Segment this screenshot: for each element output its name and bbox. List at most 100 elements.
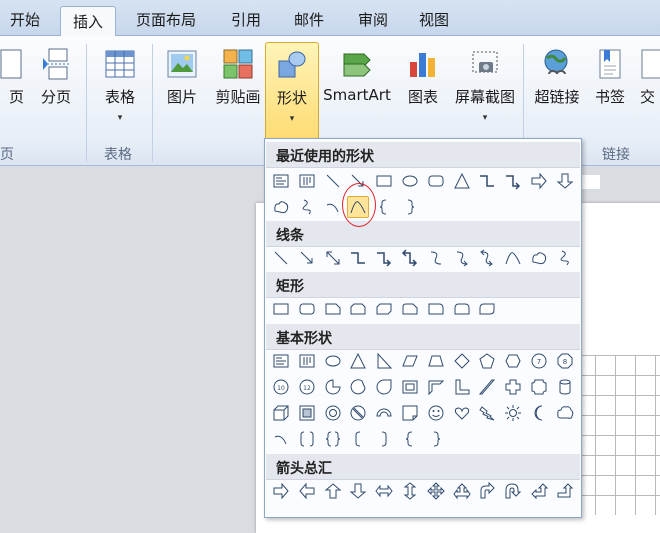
- shape-bent-arrow-icon[interactable]: [476, 480, 498, 502]
- shape-curved-double-arrow-connector-icon[interactable]: [476, 247, 498, 269]
- shape-elbow-arrow-connector-icon[interactable]: [502, 170, 524, 192]
- table-button[interactable]: 表格 ▾: [98, 42, 142, 154]
- shape-bent-up-arrow-icon[interactable]: [554, 480, 576, 502]
- shape-lightning-icon[interactable]: [476, 402, 498, 424]
- shape-parallelogram-icon[interactable]: [399, 350, 421, 372]
- shape-folded-corner-icon[interactable]: [399, 402, 421, 424]
- shape-text-box-icon[interactable]: [270, 170, 292, 192]
- shape-diamond-icon[interactable]: [451, 350, 473, 372]
- bookmark-button[interactable]: 书签: [590, 42, 630, 154]
- tab-insert[interactable]: 插入: [60, 6, 117, 37]
- shape-down-arrow-icon[interactable]: [554, 170, 576, 192]
- shape-vertical-text-box-icon[interactable]: [296, 170, 318, 192]
- shape-left-right-up-arrow-icon[interactable]: [451, 480, 473, 502]
- shape-arc-icon[interactable]: [322, 196, 344, 218]
- shape-right-brace-icon[interactable]: [399, 196, 421, 218]
- shape-right-bracket-icon[interactable]: [373, 428, 395, 450]
- shape-double-bracket-icon[interactable]: [296, 428, 318, 450]
- shape-round-single-corner-icon[interactable]: [425, 298, 447, 320]
- shape-up-down-arrow-icon[interactable]: [399, 480, 421, 502]
- shape-cloud-icon[interactable]: [554, 402, 576, 424]
- tab-references[interactable]: 引用: [231, 9, 261, 30]
- shape-moon-icon[interactable]: [528, 402, 550, 424]
- shape-no-symbol-icon[interactable]: [347, 402, 369, 424]
- shape-line-icon[interactable]: [270, 247, 292, 269]
- shape-decagon-icon[interactable]: 10: [270, 376, 292, 398]
- shape-double-arrow-icon[interactable]: [322, 247, 344, 269]
- shape-pentagon-icon[interactable]: [476, 350, 498, 372]
- shape-left-up-arrow-icon[interactable]: [528, 480, 550, 502]
- shape-pie-icon[interactable]: [322, 376, 344, 398]
- shape-rectangle-icon[interactable]: [270, 298, 292, 320]
- shape-u-turn-arrow-icon[interactable]: [502, 480, 524, 502]
- shape-plaque-icon[interactable]: [528, 376, 550, 398]
- shape-snip-diagonal-icon[interactable]: [373, 298, 395, 320]
- shape-cross-icon[interactable]: [502, 376, 524, 398]
- shape-sun-icon[interactable]: [502, 402, 524, 424]
- shape-elbow-double-arrow-connector-icon[interactable]: [399, 247, 421, 269]
- shape-left-brace-icon[interactable]: [373, 196, 395, 218]
- shape-freeform-icon[interactable]: [270, 196, 292, 218]
- shape-smiley-icon[interactable]: [425, 402, 447, 424]
- shape-elbow-connector-icon[interactable]: [347, 247, 369, 269]
- shape-rounded-rectangle-icon[interactable]: [425, 170, 447, 192]
- shape-curve-icon[interactable]: [502, 247, 524, 269]
- shape-rounded-rectangle-icon[interactable]: [296, 298, 318, 320]
- tab-review[interactable]: 审阅: [358, 9, 388, 30]
- shape-can-icon[interactable]: [554, 376, 576, 398]
- clipart-button[interactable]: 剪贴画: [210, 42, 266, 154]
- shape-up-arrow-icon[interactable]: [322, 480, 344, 502]
- shape-right-arrow-icon[interactable]: [528, 170, 550, 192]
- shape-elbow-arrow-connector-icon[interactable]: [373, 247, 395, 269]
- shape-round-diagonal-icon[interactable]: [476, 298, 498, 320]
- shape-heart-icon[interactable]: [451, 402, 473, 424]
- shape-round-same-side-icon[interactable]: [451, 298, 473, 320]
- shape-hexagon-icon[interactable]: [502, 350, 524, 372]
- shape-right-brace-icon[interactable]: [425, 428, 447, 450]
- shape-cube-icon[interactable]: [270, 402, 292, 424]
- shape-triangle-icon[interactable]: [451, 170, 473, 192]
- shape-teardrop-icon[interactable]: [373, 376, 395, 398]
- tab-mailings[interactable]: 邮件: [294, 9, 324, 30]
- shape-left-right-arrow-icon[interactable]: [373, 480, 395, 502]
- shape-octagon-icon[interactable]: 8: [554, 350, 576, 372]
- shape-snip-round-icon[interactable]: [399, 298, 421, 320]
- tab-page-layout[interactable]: 页面布局: [136, 9, 196, 30]
- shape-snip-same-side-icon[interactable]: [347, 298, 369, 320]
- shape-block-arc-icon[interactable]: [373, 402, 395, 424]
- shape-snip-single-corner-icon[interactable]: [322, 298, 344, 320]
- shape-diagonal-stripe-icon[interactable]: [476, 376, 498, 398]
- shape-donut-icon[interactable]: [322, 402, 344, 424]
- shape-l-shape-icon[interactable]: [451, 376, 473, 398]
- shape-double-brace-icon[interactable]: [322, 428, 344, 450]
- shape-oval-icon[interactable]: [322, 350, 344, 372]
- shape-rectangle-icon[interactable]: [373, 170, 395, 192]
- shape-chord-icon[interactable]: [347, 376, 369, 398]
- tab-view[interactable]: 视图: [419, 9, 449, 30]
- shape-line-icon[interactable]: [322, 170, 344, 192]
- shape-triangle-icon[interactable]: [347, 350, 369, 372]
- shape-right-triangle-icon[interactable]: [373, 350, 395, 372]
- shape-curved-connector-icon[interactable]: [425, 247, 447, 269]
- shape-oval-icon[interactable]: [399, 170, 421, 192]
- shape-scribble-icon[interactable]: [296, 196, 318, 218]
- page-break-button[interactable]: 分页: [34, 42, 78, 154]
- cross-reference-button[interactable]: 交: [636, 42, 660, 154]
- shape-arrow-icon[interactable]: [296, 247, 318, 269]
- shape-text-box-icon[interactable]: [270, 350, 292, 372]
- shape-left-bracket-icon[interactable]: [347, 428, 369, 450]
- shape-scribble-icon[interactable]: [554, 247, 576, 269]
- shape-vertical-text-box-icon[interactable]: [296, 350, 318, 372]
- shape-dodecagon-icon[interactable]: 12: [296, 376, 318, 398]
- shape-curved-arrow-connector-icon[interactable]: [451, 247, 473, 269]
- shape-elbow-connector-icon[interactable]: [476, 170, 498, 192]
- tab-home[interactable]: 开始: [10, 9, 40, 30]
- partial-page-button[interactable]: 页: [0, 42, 28, 154]
- shape-frame-icon[interactable]: [399, 376, 421, 398]
- shape-down-arrow-icon[interactable]: [347, 480, 369, 502]
- shape-left-brace-icon[interactable]: [399, 428, 421, 450]
- shape-bevel-icon[interactable]: [296, 402, 318, 424]
- picture-button[interactable]: 图片: [160, 42, 204, 154]
- shape-quad-arrow-icon[interactable]: [425, 480, 447, 502]
- shape-arc-icon[interactable]: [270, 428, 292, 450]
